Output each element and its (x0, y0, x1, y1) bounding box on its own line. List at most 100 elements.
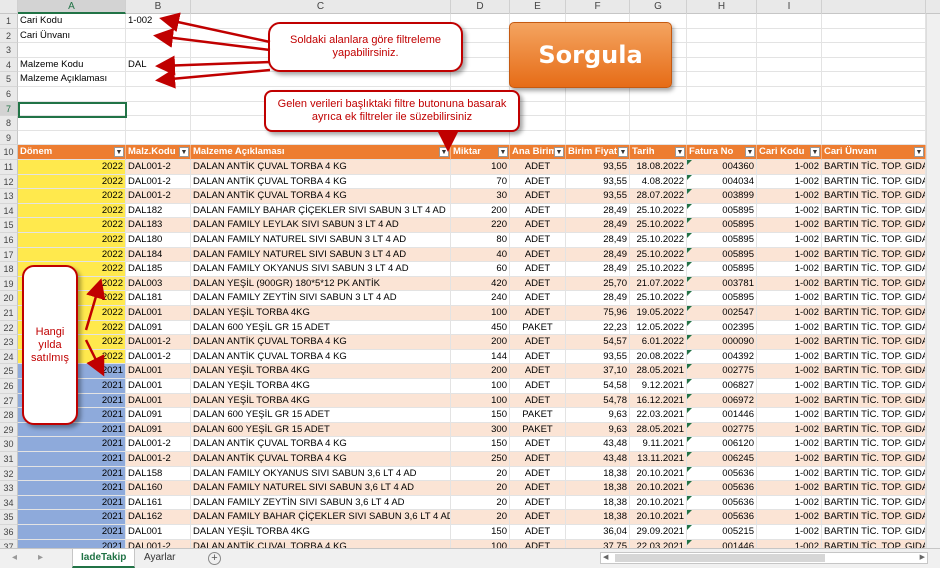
date-cell[interactable]: 9.12.2021 (630, 379, 687, 394)
empty-cell[interactable] (822, 130, 926, 146)
customer-name-cell[interactable]: BARTIN TİC. TOP. GIDA (822, 233, 926, 248)
customer-code-cell[interactable]: 1-002 (757, 262, 822, 277)
date-cell[interactable]: 4.08.2022 (630, 174, 687, 190)
material-description-cell[interactable]: DALAN ANTİK ÇUVAL TORBA 4 KG (191, 349, 451, 365)
customer-name-cell[interactable]: BARTIN TİC. TOP. GIDA (822, 393, 926, 409)
date-cell[interactable]: 18.08.2022 (630, 160, 687, 175)
unit-price-cell[interactable]: 25,70 (566, 276, 630, 292)
column-header-a[interactable]: A (18, 0, 126, 14)
row-header[interactable]: 1 (0, 14, 18, 29)
unit-cell[interactable]: ADET (510, 276, 566, 292)
material-code-cell[interactable]: DAL185 (126, 262, 191, 277)
unit-cell[interactable]: ADET (510, 364, 566, 379)
tab-next-icon[interactable]: ▸ (38, 552, 43, 563)
column-header-d[interactable]: D (451, 0, 510, 14)
row-header[interactable]: 25 (0, 364, 18, 379)
customer-name-cell[interactable]: BARTIN TİC. TOP. GIDA (822, 306, 926, 321)
customer-code-cell[interactable]: 1-002 (757, 452, 822, 467)
empty-cell[interactable] (757, 14, 822, 29)
customer-name-cell[interactable]: BARTIN TİC. TOP. GIDA (822, 495, 926, 511)
customer-name-cell[interactable]: BARTIN TİC. TOP. GIDA (822, 218, 926, 233)
unit-price-cell[interactable]: 28,49 (566, 233, 630, 248)
invoice-no-cell[interactable]: 000090 (687, 335, 757, 350)
quantity-cell[interactable]: 20 (451, 495, 510, 511)
empty-cell[interactable] (630, 101, 687, 117)
unit-cell[interactable]: ADET (510, 189, 566, 204)
column-header-5[interactable]: Birim Fiyat ▼ (566, 145, 630, 160)
material-code-cell[interactable]: DAL001 (126, 379, 191, 394)
unit-price-cell[interactable]: 9,63 (566, 408, 630, 423)
material-description-cell[interactable]: DALAN 600 YEŞİL GR 15 ADET (191, 408, 451, 423)
year-cell[interactable]: 2022 (18, 203, 126, 219)
empty-cell[interactable] (757, 101, 822, 117)
column-header-0[interactable]: Dönem ▼ (18, 145, 126, 160)
filter-value-cell[interactable]: DAL (126, 57, 191, 73)
customer-code-cell[interactable]: 1-002 (757, 379, 822, 394)
column-header-b[interactable]: B (126, 0, 191, 14)
date-cell[interactable]: 28.05.2021 (630, 364, 687, 379)
customer-name-cell[interactable]: BARTIN TİC. TOP. GIDA (822, 437, 926, 452)
customer-code-cell[interactable]: 1-002 (757, 203, 822, 219)
empty-cell[interactable] (822, 43, 926, 58)
customer-code-cell[interactable]: 1-002 (757, 218, 822, 233)
material-code-cell[interactable]: DAL161 (126, 495, 191, 511)
customer-name-cell[interactable]: BARTIN TİC. TOP. GIDA (822, 203, 926, 219)
row-header[interactable]: 12 (0, 174, 18, 190)
unit-price-cell[interactable]: 37,10 (566, 364, 630, 379)
quantity-cell[interactable]: 30 (451, 189, 510, 204)
unit-cell[interactable]: PAKET (510, 408, 566, 423)
quantity-cell[interactable]: 200 (451, 203, 510, 219)
date-cell[interactable]: 25.10.2022 (630, 262, 687, 277)
quantity-cell[interactable]: 150 (451, 437, 510, 452)
date-cell[interactable]: 16.12.2021 (630, 393, 687, 409)
empty-cell[interactable] (451, 72, 510, 87)
customer-code-cell[interactable]: 1-002 (757, 335, 822, 350)
unit-price-cell[interactable]: 9,63 (566, 422, 630, 438)
filter-dropdown-icon[interactable]: ▼ (618, 147, 628, 158)
empty-cell[interactable] (687, 14, 757, 29)
customer-code-cell[interactable]: 1-002 (757, 422, 822, 438)
invoice-no-cell[interactable]: 004034 (687, 174, 757, 190)
scrollbar-thumb[interactable] (615, 554, 825, 562)
customer-name-cell[interactable]: BARTIN TİC. TOP. GIDA (822, 481, 926, 496)
customer-code-cell[interactable]: 1-002 (757, 174, 822, 190)
filter-value-cell[interactable] (126, 28, 191, 44)
filter-value-cell[interactable] (126, 72, 191, 87)
empty-cell[interactable] (822, 28, 926, 44)
filter-label-cell[interactable] (18, 43, 126, 58)
row-header[interactable]: 14 (0, 203, 18, 219)
material-description-cell[interactable]: DALAN 600 YEŞİL GR 15 ADET (191, 422, 451, 438)
material-description-cell[interactable]: DALAN FAMILY ZEYTİN SIVI SABUN 3 LT 4 AD (191, 291, 451, 306)
date-cell[interactable]: 9.11.2021 (630, 437, 687, 452)
year-cell[interactable]: 2021 (18, 495, 126, 511)
date-cell[interactable]: 29.09.2021 (630, 525, 687, 540)
quantity-cell[interactable]: 240 (451, 291, 510, 306)
filter-label-cell[interactable] (18, 87, 126, 102)
row-header[interactable]: 31 (0, 452, 18, 467)
material-code-cell[interactable]: DAL162 (126, 510, 191, 525)
invoice-no-cell[interactable]: 003899 (687, 189, 757, 204)
quantity-cell[interactable]: 150 (451, 408, 510, 423)
material-description-cell[interactable]: DALAN YEŞİL TORBA 4KG (191, 525, 451, 540)
unit-price-cell[interactable]: 75,96 (566, 306, 630, 321)
invoice-no-cell[interactable]: 002775 (687, 364, 757, 379)
date-cell[interactable]: 22.03.2021 (630, 539, 687, 548)
customer-code-cell[interactable]: 1-002 (757, 408, 822, 423)
filter-label-cell[interactable]: Cari Kodu (18, 14, 126, 29)
filter-label-cell[interactable] (18, 101, 126, 117)
material-code-cell[interactable]: DAL091 (126, 422, 191, 438)
unit-cell[interactable]: ADET (510, 379, 566, 394)
invoice-no-cell[interactable]: 005636 (687, 495, 757, 511)
quantity-cell[interactable]: 200 (451, 335, 510, 350)
invoice-no-cell[interactable]: 002395 (687, 320, 757, 336)
date-cell[interactable]: 28.07.2022 (630, 189, 687, 204)
row-header[interactable]: 21 (0, 306, 18, 321)
unit-cell[interactable]: ADET (510, 306, 566, 321)
tab-prev-icon[interactable]: ◂ (12, 552, 17, 563)
invoice-no-cell[interactable]: 005895 (687, 291, 757, 306)
material-description-cell[interactable]: DALAN ANTİK ÇUVAL TORBA 4 KG (191, 437, 451, 452)
customer-name-cell[interactable]: BARTIN TİC. TOP. GIDA (822, 160, 926, 175)
unit-price-cell[interactable]: 36,04 (566, 525, 630, 540)
row-header[interactable]: 5 (0, 72, 18, 87)
date-cell[interactable]: 25.10.2022 (630, 218, 687, 233)
